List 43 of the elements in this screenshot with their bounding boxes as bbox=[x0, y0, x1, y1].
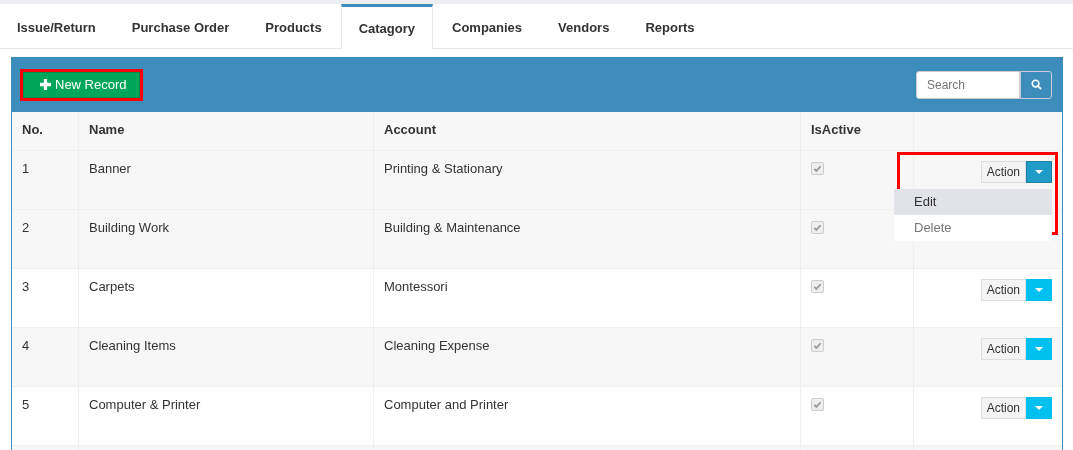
action-button[interactable]: Action bbox=[980, 161, 1026, 183]
column-header: IsActive bbox=[811, 122, 861, 137]
plus-icon bbox=[40, 79, 51, 90]
search-button[interactable] bbox=[1020, 70, 1052, 99]
table-cell: Cleaning Expense bbox=[384, 338, 490, 353]
action-button[interactable]: Action bbox=[980, 397, 1026, 419]
checkbox[interactable] bbox=[811, 398, 824, 411]
menu-item[interactable]: Edit bbox=[894, 189, 1052, 215]
table-cell: 5 bbox=[22, 397, 30, 412]
dropdown-toggle[interactable] bbox=[1026, 161, 1052, 183]
table-cell: Carpets bbox=[89, 279, 135, 294]
table-cell: 2 bbox=[22, 220, 30, 235]
table-cell: 4 bbox=[22, 338, 30, 353]
table-cell: Cleaning Items bbox=[89, 338, 176, 353]
dropdown-toggle[interactable] bbox=[1026, 279, 1052, 301]
table-cell: Computer and Printer bbox=[384, 397, 509, 412]
checkbox[interactable] bbox=[811, 339, 824, 352]
search-icon bbox=[1030, 79, 1042, 90]
caret-icon bbox=[1035, 406, 1043, 410]
column-header: Account bbox=[384, 122, 436, 137]
checkbox[interactable] bbox=[811, 221, 824, 234]
column-header: No. bbox=[22, 122, 43, 137]
table-cell: Building & Maintenance bbox=[384, 220, 521, 235]
table-cell: Montessori bbox=[384, 279, 448, 294]
table-cell: Printing & Stationary bbox=[384, 161, 503, 176]
tab[interactable]: Catagory bbox=[340, 4, 433, 49]
caret-icon bbox=[1035, 170, 1043, 174]
caret-icon bbox=[1035, 347, 1043, 351]
table-cell: Computer & Printer bbox=[89, 397, 201, 412]
dropdown-toggle[interactable] bbox=[1026, 397, 1052, 419]
caret-icon bbox=[1035, 288, 1043, 292]
search-field[interactable]: Search bbox=[916, 70, 1020, 99]
column-header: Name bbox=[89, 122, 125, 137]
table-cell: 3 bbox=[22, 279, 30, 294]
table-cell: Banner bbox=[89, 161, 131, 176]
action-button[interactable]: Action bbox=[980, 279, 1026, 301]
checkbox[interactable] bbox=[811, 280, 824, 293]
action-button[interactable]: Action bbox=[980, 338, 1026, 360]
checkbox[interactable] bbox=[811, 162, 824, 175]
dropdown-toggle[interactable] bbox=[1026, 338, 1052, 360]
table-cell: Building Work bbox=[89, 220, 169, 235]
table-cell: 1 bbox=[22, 161, 30, 176]
menu-item[interactable]: Delete bbox=[894, 215, 1052, 241]
